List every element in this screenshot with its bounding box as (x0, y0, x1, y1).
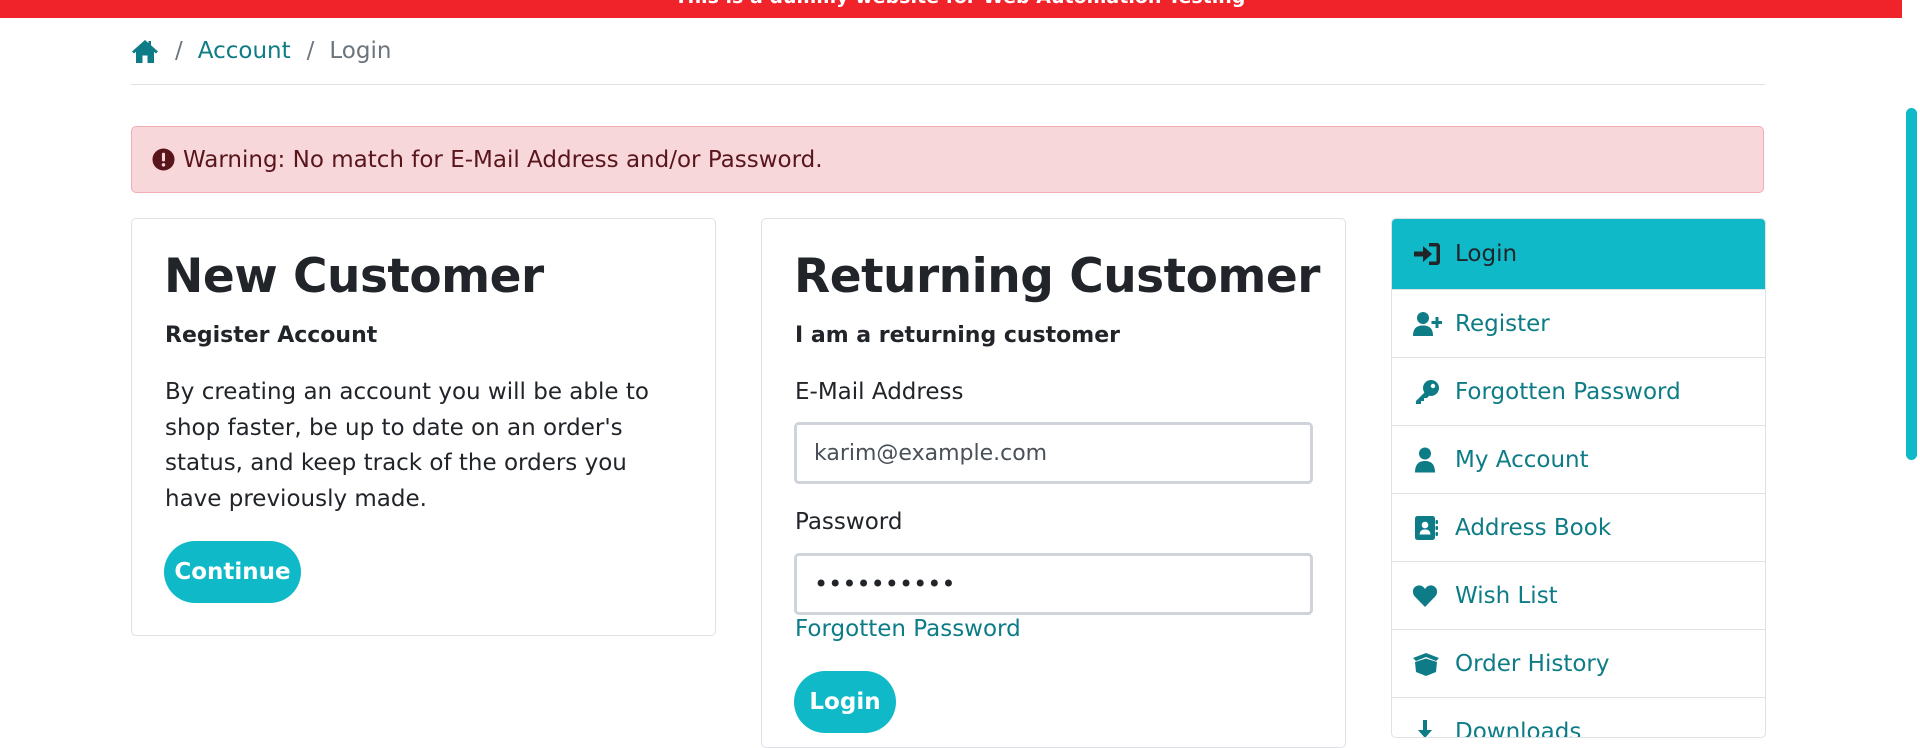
email-field-value: karim@example.com (814, 440, 1048, 466)
returning-customer-card: Returning Customer I am a returning cust… (761, 218, 1346, 748)
top-banner: This is a dummy website for Web Automati… (0, 0, 1920, 18)
login-button[interactable]: Login (794, 671, 896, 733)
breadcrumb: / Account / Login (131, 32, 391, 70)
sidebar-item-label: Login (1455, 241, 1518, 267)
home-icon (132, 40, 158, 63)
sidebar-item-label: Order History (1455, 650, 1610, 677)
sidebar-item-label: Register (1455, 310, 1550, 337)
breadcrumb-current: Login (329, 38, 392, 64)
download-icon (1418, 719, 1432, 737)
sidebar-item-label: Forgotten Password (1455, 378, 1681, 405)
sidebar-item-forgotten-password[interactable]: Forgotten Password (1392, 357, 1765, 425)
sidebar-item-label: Wish List (1455, 582, 1558, 609)
password-field-value: •••••••••• (814, 570, 956, 598)
returning-customer-heading: I am a returning customer (795, 323, 1120, 348)
password-field[interactable]: •••••••••• (794, 553, 1313, 615)
box-open-icon (1413, 652, 1439, 676)
new-customer-description: By creating an account you will be able … (165, 379, 649, 512)
divider (131, 84, 1765, 85)
sidebar-item-my-account[interactable]: My Account (1392, 425, 1765, 493)
sidebar-item-label: Downloads (1455, 718, 1582, 738)
exclamation-circle-icon (152, 148, 175, 171)
sidebar-item-address-book[interactable]: Address Book (1392, 493, 1765, 561)
top-banner-text: This is a dummy website for Web Automati… (675, 0, 1246, 8)
forgotten-password-link[interactable]: Forgotten Password (795, 616, 1021, 642)
key-icon (1416, 379, 1439, 404)
scrollbar-thumb[interactable] (1906, 108, 1917, 460)
password-label: Password (795, 509, 903, 535)
breadcrumb-account-link[interactable]: Account (198, 38, 291, 64)
sidebar-item-order-history[interactable]: Order History (1392, 629, 1765, 697)
alert-text: Warning: No match for E-Mail Address and… (183, 146, 823, 173)
warning-alert: Warning: No match for E-Mail Address and… (131, 126, 1764, 193)
address-book-icon (1415, 515, 1438, 540)
sidebar-item-register[interactable]: Register (1392, 289, 1765, 357)
register-account-heading: Register Account (165, 323, 378, 348)
breadcrumb-home-link[interactable] (131, 38, 159, 64)
heart-icon (1412, 584, 1438, 607)
continue-button[interactable]: Continue (164, 541, 301, 603)
sidebar-item-label: Address Book (1455, 514, 1612, 541)
user-icon (1415, 447, 1435, 472)
sign-in-icon (1414, 243, 1440, 265)
email-label: E-Mail Address (795, 379, 964, 405)
breadcrumb-separator: / (306, 38, 315, 64)
returning-customer-title: Returning Customer (794, 249, 1320, 304)
breadcrumb-separator: / (175, 38, 183, 64)
sidebar-item-label: My Account (1455, 446, 1589, 473)
email-field[interactable]: karim@example.com (794, 422, 1313, 484)
sidebar-item-login[interactable]: Login (1392, 219, 1765, 289)
new-customer-card: New Customer Register Account By creatin… (131, 218, 716, 636)
new-customer-title: New Customer (164, 249, 544, 304)
sidebar-item-wish-list[interactable]: Wish List (1392, 561, 1765, 629)
user-plus-icon (1413, 311, 1442, 336)
account-sidebar: Login Register Forgotten Password My Acc… (1391, 218, 1766, 738)
